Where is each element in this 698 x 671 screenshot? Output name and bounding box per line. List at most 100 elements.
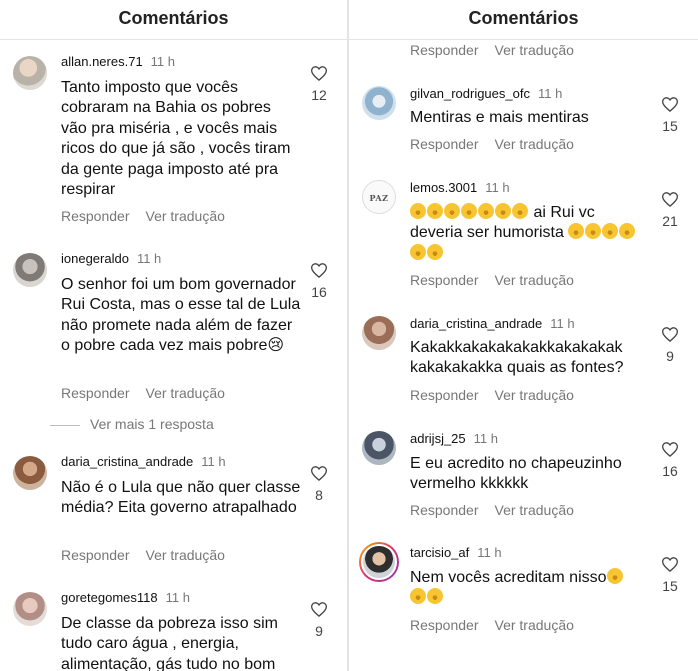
avatar[interactable] <box>13 592 47 626</box>
translate-button[interactable]: Ver tradução <box>495 136 574 152</box>
avatar[interactable]: PAZ <box>362 180 396 214</box>
like-count: 15 <box>662 118 678 134</box>
translate-button[interactable]: Ver tradução <box>146 547 225 563</box>
username[interactable]: daria_cristina_andrade <box>410 316 542 331</box>
like-count: 9 <box>315 623 323 639</box>
comment-meta: daria_cristina_andrade 11 h <box>410 316 575 332</box>
reply-button[interactable]: Responder <box>410 502 479 518</box>
avatar[interactable] <box>13 56 47 90</box>
heart-outline-icon <box>311 466 327 481</box>
joy-emoji-icon <box>427 243 443 260</box>
comment-actions: Responder Ver tradução <box>410 136 574 152</box>
joy-emoji-icon <box>461 203 477 219</box>
reply-button[interactable]: Responder <box>410 136 479 152</box>
timestamp: 11 h <box>485 180 510 195</box>
comments-panel-left: Comentários allan.neres.71 11 h Tanto imp… <box>0 0 347 671</box>
username[interactable]: goretegomes118 <box>61 590 158 605</box>
comment-actions: Responder Ver tradução <box>410 617 574 633</box>
comment-text-body: Nem vocês acreditam nisso <box>410 569 607 586</box>
heart-outline-icon <box>662 97 678 112</box>
like-count: 16 <box>662 463 678 479</box>
avatar[interactable] <box>13 253 47 287</box>
like-count: 15 <box>662 578 678 594</box>
like-button[interactable]: 8 <box>309 466 329 503</box>
comments-header: Comentários <box>349 0 698 40</box>
comment-actions: Responder Ver tradução <box>410 502 574 518</box>
username[interactable]: tarcisio_af <box>410 545 469 560</box>
reply-button[interactable]: Responder <box>61 208 130 224</box>
comment-actions: Responder Ver tradução <box>61 547 225 563</box>
translate-button[interactable]: Ver tradução <box>495 502 574 518</box>
comment-meta: adrijsj_25 11 h <box>410 431 498 447</box>
joy-emoji-icon <box>606 568 623 584</box>
like-button[interactable]: 16 <box>309 263 329 300</box>
comment-text: Tanto imposto que vocês cobraram na Bahi… <box>61 79 291 199</box>
like-button[interactable]: 16 <box>660 442 680 479</box>
timestamp: 11 h <box>136 251 162 266</box>
heart-outline-icon <box>311 66 327 81</box>
like-button[interactable]: 15 <box>660 97 680 134</box>
comment-meta: lemos.3001 11 h <box>410 180 510 196</box>
like-count: 8 <box>315 487 323 503</box>
comment-text: Mentiras e mais mentiras <box>410 109 589 126</box>
joy-emoji-icon <box>512 203 528 219</box>
joy-emoji-icon <box>427 203 443 219</box>
reply-button[interactable]: Responder <box>410 387 479 403</box>
comment-text: E eu acredito no chapeuzinho vermelho kk… <box>410 455 622 493</box>
reply-button[interactable]: Responder <box>61 547 130 563</box>
comment-actions: Responder Ver tradução <box>61 385 225 401</box>
heart-outline-icon <box>311 602 327 617</box>
translate-button[interactable]: Ver tradução <box>495 272 574 288</box>
like-count: 9 <box>666 348 674 364</box>
like-button[interactable]: 15 <box>660 557 680 594</box>
comment-meta: goretegomes118 11 h <box>61 590 190 606</box>
timestamp: 11 h <box>537 86 563 101</box>
divider <box>50 424 80 426</box>
reply-button[interactable]: Responder <box>410 272 479 288</box>
reply-button[interactable]: Responder <box>410 617 479 633</box>
joy-emoji-icon <box>602 223 619 240</box>
like-button[interactable]: 9 <box>309 602 329 639</box>
joy-emoji-icon <box>410 243 426 260</box>
avatar-story-ring[interactable] <box>359 542 399 582</box>
username[interactable]: daria_cristina_andrade <box>61 454 193 469</box>
avatar[interactable] <box>362 316 396 350</box>
comment-actions: Responder Ver tradução <box>410 42 574 58</box>
username[interactable]: ionegeraldo <box>61 251 129 266</box>
like-button[interactable]: 9 <box>660 327 680 364</box>
translate-button[interactable]: Ver tradução <box>495 42 574 58</box>
like-button[interactable]: 12 <box>309 66 329 103</box>
avatar[interactable] <box>362 431 396 465</box>
joy-emoji-icon <box>585 223 602 240</box>
timestamp: 11 h <box>165 590 190 605</box>
translate-button[interactable]: Ver tradução <box>146 385 225 401</box>
heart-outline-icon <box>662 192 678 207</box>
comment-actions: Responder Ver tradução <box>410 272 574 288</box>
username[interactable]: adrijsj_25 <box>410 431 466 446</box>
username[interactable]: allan.neres.71 <box>61 54 143 69</box>
joy-emoji-icon <box>427 588 443 605</box>
username[interactable]: gilvan_rodrigues_ofc <box>410 86 530 101</box>
comment-meta: ionegeraldo 11 h <box>61 251 161 267</box>
avatar-logo-text: PAZ <box>369 193 389 203</box>
timestamp: 11 h <box>550 316 575 331</box>
comments-header: Comentários <box>0 0 347 40</box>
translate-button[interactable]: Ver tradução <box>495 617 574 633</box>
comment-text: Kakakkakakakakakkakakakak kakakakakka qu… <box>410 339 624 377</box>
comment-text: ai Rui vc deveria ser humorista <box>410 203 650 264</box>
reply-button[interactable]: Responder <box>410 42 479 58</box>
view-more-replies[interactable]: Ver mais 1 resposta <box>50 416 214 432</box>
username[interactable]: lemos.3001 <box>410 180 477 195</box>
comment-actions: Responder Ver tradução <box>61 208 225 224</box>
like-button[interactable]: 21 <box>660 192 680 229</box>
avatar[interactable] <box>362 86 396 120</box>
translate-button[interactable]: Ver tradução <box>495 387 574 403</box>
timestamp: 11 h <box>150 54 176 69</box>
reply-button[interactable]: Responder <box>61 385 130 401</box>
joy-emoji-icon <box>410 203 426 219</box>
view-more-label[interactable]: Ver mais 1 resposta <box>90 416 214 432</box>
like-count: 21 <box>662 213 678 229</box>
avatar[interactable] <box>13 456 47 490</box>
comment-text: Não é o Lula que não quer classe média? … <box>61 479 301 517</box>
translate-button[interactable]: Ver tradução <box>146 208 225 224</box>
